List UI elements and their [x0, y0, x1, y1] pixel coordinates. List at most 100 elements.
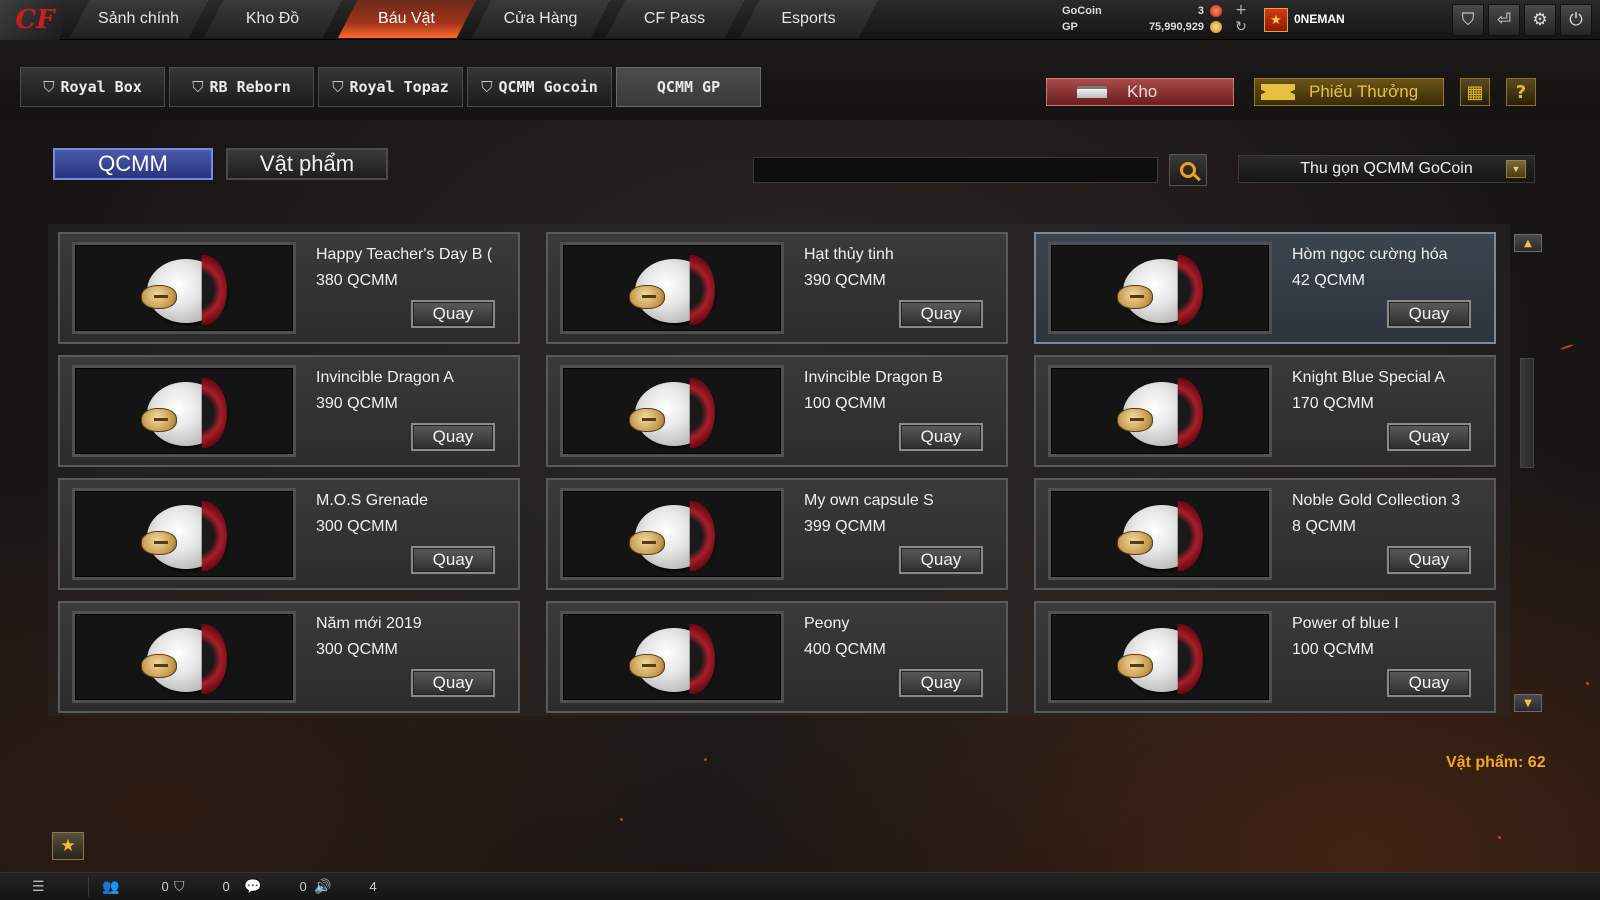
- capsule-icon: [1117, 255, 1213, 327]
- friends-indicator[interactable]: 👥 0: [102, 878, 169, 895]
- refresh-icon[interactable]: ↻: [1233, 19, 1249, 36]
- capsule-icon: [141, 624, 237, 696]
- gear-icon[interactable]: ⚙: [1524, 4, 1556, 36]
- item-card[interactable]: Happy Teacher's Day B (380 QCMM Quay: [58, 232, 520, 344]
- nav-tab-kho-do[interactable]: Kho Đồ: [204, 0, 342, 38]
- sub-tabs: ⛉ Royal Box ⛉ RB Reborn ⛉ Royal Topaz ⛉ QCMM…: [20, 67, 761, 107]
- quay-button[interactable]: Quay: [899, 546, 983, 574]
- cf-logo[interactable]: CF: [0, 0, 70, 40]
- item-price: 390 QCMM: [316, 395, 398, 412]
- quay-button[interactable]: Quay: [411, 546, 495, 574]
- item-card[interactable]: Knight Blue Special A 170 QCMM Quay: [1034, 355, 1496, 467]
- subtab-label: QCMM Gocoin: [498, 78, 598, 96]
- item-card[interactable]: Noble Gold Collection 3 8 QCMM Quay: [1034, 478, 1496, 590]
- item-price: 380 QCMM: [316, 272, 398, 289]
- grid-scrollbar[interactable]: ▲ ▼: [1512, 234, 1542, 714]
- scroll-down-icon[interactable]: ▼: [1514, 694, 1542, 712]
- chevron-down-icon: ▼: [1506, 160, 1526, 178]
- volume-indicator[interactable]: 🔊 4: [314, 878, 377, 895]
- kho-label: Kho: [1127, 82, 1158, 101]
- rank-badge-icon: ★: [1264, 8, 1288, 32]
- item-name: Hòm ngọc cường hóa: [1292, 246, 1448, 263]
- item-card[interactable]: M.O.S Grenade 300 QCMM Quay: [58, 478, 520, 590]
- nav-tab-sanh-chinh[interactable]: Sảnh chính: [70, 0, 208, 38]
- item-price: 100 QCMM: [804, 395, 886, 412]
- item-price: 400 QCMM: [804, 641, 886, 658]
- favorite-star-icon[interactable]: ★: [52, 832, 84, 860]
- filter-dropdown[interactable]: Thu gọn QCMM GoCoin ▼: [1238, 155, 1535, 183]
- nav-tab-bau-vat[interactable]: Báu Vật: [338, 0, 476, 38]
- capsule-icon: [141, 501, 237, 573]
- rb-icon: ⛉: [43, 78, 55, 96]
- quay-button[interactable]: Quay: [1387, 546, 1471, 574]
- subtab-royal-box[interactable]: ⛉ Royal Box: [20, 67, 165, 107]
- dropdown-value: Thu gọn QCMM GoCoin: [1300, 160, 1473, 177]
- subtab-qcmm-gp[interactable]: QCMM GP: [616, 67, 761, 107]
- shield-icon[interactable]: ⛉: [1452, 4, 1484, 36]
- item-name: Power of blue I: [1292, 615, 1399, 632]
- quay-button[interactable]: Quay: [1387, 669, 1471, 697]
- item-card[interactable]: Hòm ngọc cường hóa 42 QCMM Quay: [1034, 232, 1496, 344]
- scroll-track[interactable]: [1520, 258, 1534, 688]
- subtab-qcmm-gocoin[interactable]: ⛉ QCMM Gocoin: [467, 67, 612, 107]
- item-card[interactable]: Invincible Dragon B 100 QCMM Quay: [546, 355, 1008, 467]
- power-icon[interactable]: ⏻: [1560, 4, 1592, 36]
- quay-button[interactable]: Quay: [899, 423, 983, 451]
- chat-count: 0: [299, 879, 307, 894]
- add-gocoin-icon[interactable]: +: [1233, 2, 1249, 19]
- capsule-icon: [141, 255, 237, 327]
- segment-qcmm[interactable]: QCMM: [53, 148, 213, 180]
- item-card[interactable]: Invincible Dragon A 390 QCMM Quay: [58, 355, 520, 467]
- item-thumbnail: [1048, 488, 1272, 580]
- item-price: 300 QCMM: [316, 518, 398, 535]
- quay-button[interactable]: Quay: [411, 423, 495, 451]
- quay-button[interactable]: Quay: [1387, 300, 1471, 328]
- quay-button[interactable]: Quay: [1387, 423, 1471, 451]
- menu-list-icon[interactable]: ☰: [32, 878, 45, 895]
- item-thumbnail: [72, 242, 296, 334]
- item-card[interactable]: Năm mới 2019 300 QCMM Quay: [58, 601, 520, 713]
- scroll-up-icon[interactable]: ▲: [1514, 234, 1542, 252]
- item-price: 170 QCMM: [1292, 395, 1374, 412]
- help-icon[interactable]: ?: [1506, 78, 1536, 106]
- capsule-icon: [1117, 501, 1213, 573]
- subtab-rb-reborn[interactable]: ⛉ RB Reborn: [169, 67, 314, 107]
- quay-button[interactable]: Quay: [899, 300, 983, 328]
- item-card[interactable]: Peony 400 QCMM Quay: [546, 601, 1008, 713]
- scroll-thumb[interactable]: [1520, 358, 1534, 468]
- item-card[interactable]: Power of blue I 100 QCMM Quay: [1034, 601, 1496, 713]
- nav-tab-cua-hang[interactable]: Cửa Hàng: [472, 0, 610, 38]
- item-name: Invincible Dragon B: [804, 369, 943, 386]
- storage-icon: [1077, 86, 1107, 98]
- kho-button[interactable]: Kho: [1046, 78, 1234, 106]
- chat-indicator[interactable]: 💬 0: [244, 878, 307, 895]
- item-name: Hạt thủy tinh: [804, 246, 894, 263]
- search-button[interactable]: [1169, 154, 1207, 186]
- quay-button[interactable]: Quay: [411, 669, 495, 697]
- nav-tab-cf-pass[interactable]: CF Pass: [606, 0, 744, 38]
- search-icon: [1180, 162, 1196, 178]
- quay-button[interactable]: Quay: [411, 300, 495, 328]
- item-price: 100 QCMM: [1292, 641, 1374, 658]
- gocoin-label: GoCoin: [1062, 5, 1102, 17]
- quay-button[interactable]: Quay: [899, 669, 983, 697]
- search-input[interactable]: [753, 157, 1158, 183]
- segment-vat-pham[interactable]: Vật phẩm: [226, 148, 388, 180]
- item-name: My own capsule S: [804, 492, 934, 509]
- item-card[interactable]: My own capsule S 399 QCMM Quay: [546, 478, 1008, 590]
- volume-level: 4: [369, 879, 377, 894]
- capsule-icon: [629, 255, 725, 327]
- ticket-icon: [1261, 84, 1295, 100]
- phieu-thuong-button[interactable]: Phiếu Thưởng: [1254, 78, 1444, 106]
- item-name: M.O.S Grenade: [316, 492, 429, 509]
- nav-tab-esports[interactable]: Esports: [740, 0, 878, 38]
- item-card[interactable]: Hạt thủy tinh 390 QCMM Quay: [546, 232, 1008, 344]
- grid-view-icon[interactable]: ▦: [1460, 78, 1490, 106]
- item-price: 8 QCMM: [1292, 518, 1356, 535]
- clan-count: 0: [222, 879, 230, 894]
- item-thumbnail: [72, 365, 296, 457]
- exit-room-icon[interactable]: ⏎: [1488, 4, 1520, 36]
- subtab-royal-topaz[interactable]: ⛉ Royal Topaz: [318, 67, 463, 107]
- clan-indicator[interactable]: ⛉ 0: [174, 878, 230, 895]
- gp-icon: [1210, 21, 1222, 33]
